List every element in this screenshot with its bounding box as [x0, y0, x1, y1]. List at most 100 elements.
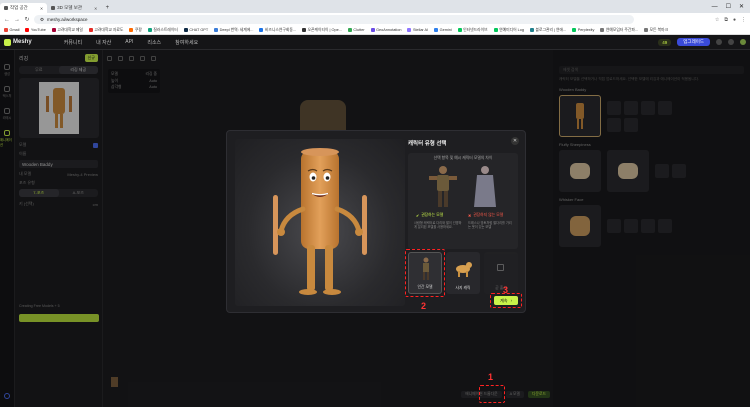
tab-title: 3D 모델 보관 — [57, 5, 82, 10]
browser-actions: ☆ ⧉ ● ⋮ — [715, 17, 746, 23]
check-icon: ✔ — [416, 214, 420, 218]
tab-title: 작업 공간 — [10, 5, 28, 10]
bookmark-favicon-icon — [147, 28, 152, 32]
option-label: 사지 캐릭 — [455, 286, 471, 290]
not-recommended-text: 권장하지 않는 모델 — [473, 213, 504, 217]
bookmark-label: 고려대학교 자료도 — [94, 27, 124, 32]
menu-icon[interactable]: ⋮ — [741, 17, 746, 23]
bookmark-item[interactable]: 연예미디어 Log — [493, 27, 524, 33]
forward-icon[interactable]: → — [14, 17, 20, 23]
close-icon[interactable]: ✕ — [511, 137, 519, 145]
bookmark-label: Gmail — [9, 28, 20, 32]
url-field[interactable]: ⚙ meshy.ai/workspace — [34, 15, 634, 24]
bookmark-favicon-icon — [51, 28, 56, 32]
meshy-logo-icon — [4, 38, 11, 46]
nav-join[interactable]: 참여하세요 — [175, 39, 198, 46]
bookmark-label: Clutter — [353, 28, 365, 32]
bookmark-favicon-icon — [302, 28, 306, 32]
browser-tab-workspace[interactable]: 작업 공간 ✕ — [0, 3, 48, 13]
guide-header: 선택 항목 및 예시 캐릭터 모델의 차이 — [433, 156, 493, 160]
bookmark-item[interactable]: Clutter — [347, 28, 365, 32]
bookmark-favicon-icon — [600, 28, 605, 32]
character-type-modal: 캐릭터 유형 선택 ✕ 선택 항목 및 예시 캐릭터 모델의 차이 ✔ 권장하는… — [226, 130, 526, 313]
site-info-icon[interactable]: ⚙ — [40, 17, 44, 23]
bookmark-item[interactable]: 모든 북마크 — [644, 28, 668, 33]
bookmark-favicon-icon — [88, 28, 93, 32]
credits-badge[interactable]: 49 — [658, 38, 672, 46]
bookmark-label: CHAT GPT — [189, 28, 209, 32]
bookmark-label: 오픈케이티이 | Ope... — [307, 27, 342, 32]
back-icon[interactable]: ← — [4, 17, 10, 23]
option-label: 곧 출시 — [495, 286, 507, 290]
browser-tab-models[interactable]: 3D 모델 보관 ✕ — [47, 3, 101, 13]
profile-icon[interactable]: ● — [733, 17, 736, 23]
dog-option-icon — [456, 262, 472, 277]
bookmark-item[interactable]: 비즈니스연구회동... — [259, 28, 296, 33]
nav-api[interactable]: API — [125, 39, 133, 46]
bookmark-item[interactable]: CHAT GPT — [183, 28, 209, 32]
close-tab-icon[interactable]: ✕ — [94, 6, 97, 11]
annotation-box-3 — [490, 293, 522, 308]
bookmark-item[interactable]: 고려대학교 자료도 — [88, 27, 124, 33]
bookmark-favicon-icon — [214, 28, 219, 32]
discord-icon[interactable] — [716, 39, 722, 45]
nav-resources[interactable]: 리소스 — [147, 39, 161, 46]
bookmark-item[interactable]: Gemini — [434, 28, 452, 32]
app-header: Meshy 커뮤니티 내 자산 API 리소스 참여하세요 49 업그레이드 — [0, 35, 750, 50]
upgrade-button[interactable]: 업그레이드 — [677, 38, 710, 46]
app-logo[interactable]: Meshy — [4, 38, 32, 46]
extensions-icon[interactable]: ⧉ — [724, 17, 728, 23]
close-tab-icon[interactable]: ✕ — [40, 6, 43, 11]
bookmark-item[interactable]: Deepl 번역: 세계에... — [214, 28, 253, 33]
bookmark-favicon-icon — [644, 28, 649, 32]
annotation-box-1 — [479, 385, 505, 403]
bookmark-item[interactable]: Perplexity — [572, 28, 594, 32]
modal-title: 캐릭터 유형 선택 — [408, 141, 447, 147]
bookmark-label: 질러스트레이터 — [153, 27, 178, 32]
lock-icon — [497, 264, 504, 271]
bookmark-item[interactable]: YouTube — [25, 28, 46, 32]
bookmark-favicon-icon — [457, 28, 462, 32]
bookmark-label: Deepl 번역: 세계에... — [219, 27, 254, 32]
tab-favicon-icon — [4, 6, 8, 10]
bookmarks-bar: Gmail YouTube 고려대학교 메일 고려대학교 자료도 쿠팡 질러스트레이터 CH… — [0, 26, 750, 35]
option-quadruped[interactable]: 사지 캐릭 — [446, 252, 480, 294]
nav-community[interactable]: 커뮤니티 — [64, 39, 82, 46]
bookmark-item[interactable]: 오픈케이티이 | Ope... — [302, 28, 342, 33]
maximize-button[interactable]: ☐ — [726, 3, 731, 10]
humanoid-example-icon — [429, 166, 457, 207]
avatar[interactable] — [740, 39, 746, 45]
annotation-number-1: 1 — [488, 372, 494, 382]
reload-icon[interactable]: ↻ — [24, 16, 30, 23]
bookmark-label: 쿠팡 — [134, 27, 142, 32]
nav-assets[interactable]: 내 자산 — [96, 39, 111, 46]
close-window-button[interactable]: ✕ — [739, 3, 744, 10]
new-tab-button[interactable]: + — [103, 4, 111, 12]
not-recommended-desc: 드레스나 망토처럼 팔다리를 가리는 옷이 있는 모델 — [468, 221, 512, 230]
header-right: 49 업그레이드 — [658, 38, 746, 46]
bookmark-item[interactable]: 인터넷드라이브 — [457, 28, 488, 33]
bookmark-star-icon[interactable]: ☆ — [715, 17, 719, 23]
bookmark-item[interactable]: 고려대학교 메일 — [51, 28, 83, 33]
bookmark-favicon-icon — [493, 28, 498, 32]
character-preview — [235, 139, 405, 306]
bookmark-favicon-icon — [183, 28, 188, 32]
notification-icon[interactable] — [728, 39, 734, 45]
bookmark-item[interactable]: 연예모임터 주간파... — [600, 28, 638, 33]
bookmark-label: YouTube — [30, 28, 46, 32]
bookmark-label: 연예미디어 Log — [499, 27, 524, 32]
recommended-label: ✔ 권장하는 모델 — [416, 213, 443, 218]
bookmark-item[interactable]: Gmail — [4, 28, 19, 32]
bookmark-favicon-icon — [129, 28, 134, 32]
bookmark-item[interactable]: GeoAnnotation — [370, 28, 401, 32]
window-controls: — ☐ ✕ — [712, 0, 750, 13]
bookmark-label: 비즈니스연구회동... — [264, 27, 296, 32]
bookmark-favicon-icon — [529, 28, 534, 32]
bookmark-item[interactable]: 쿠팡 — [129, 28, 142, 33]
minimize-button[interactable]: — — [712, 4, 718, 10]
guide-panel: 선택 항목 및 예시 캐릭터 모델의 차이 ✔ 권장하는 모델 ✖ 권장하지 않… — [408, 153, 518, 249]
bookmark-item[interactable]: 블로그관리 | 연애... — [529, 28, 566, 33]
bookmark-item[interactable]: Stellar AI — [407, 28, 428, 32]
bookmark-favicon-icon — [407, 28, 412, 32]
bookmark-item[interactable]: 질러스트레이터 — [147, 27, 178, 33]
